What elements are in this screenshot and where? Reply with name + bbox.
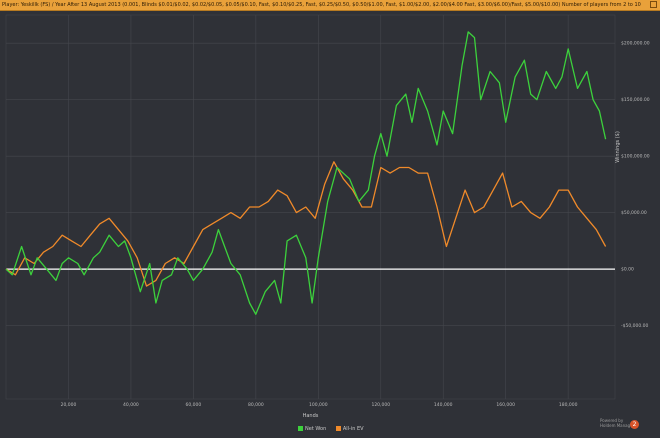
x-tick-label: 60,000 <box>186 402 202 408</box>
filter-description: Player: Yeskillk (FS) / Year After 13 Au… <box>2 2 642 8</box>
legend-item-net-won[interactable]: Net Won <box>298 426 326 432</box>
filter-header-bar: Player: Yeskillk (FS) / Year After 13 Au… <box>0 0 660 11</box>
y-tick-label: $100,000.00 <box>621 154 650 160</box>
holdem-manager-icon: 2 <box>630 420 639 429</box>
legend-swatch-net-won <box>298 426 303 431</box>
y-tick-label: $150,000.00 <box>621 97 650 103</box>
x-tick-label: 80,000 <box>248 402 264 408</box>
legend-item-all-in-ev[interactable]: All-in EV <box>335 426 364 432</box>
brand-logo: Powered by Holdem Manager 2 <box>600 418 639 429</box>
x-tick-label: 160,000 <box>496 402 515 408</box>
winnings-graph: 20,000 40,000 60,000 80,000 100,000 120,000 14… <box>5 14 650 419</box>
maximize-icon[interactable] <box>650 1 657 8</box>
y-tick-label: $50,000.00 <box>621 210 647 216</box>
y-tick-label: $200,000.00 <box>621 41 650 47</box>
x-tick-label: 120,000 <box>371 402 390 408</box>
legend-label-net-won: Net Won <box>305 426 327 432</box>
y-axis-label: Winnings ($) <box>615 131 621 163</box>
chart-legend: Net Won All-in EV <box>298 426 372 432</box>
legend-swatch-all-in-ev <box>335 426 341 431</box>
y-tick-label: -$50,000.00 <box>621 323 649 329</box>
x-tick-label: 100,000 <box>309 402 328 408</box>
x-tick-label: 40,000 <box>123 402 139 408</box>
y-tick-label: $0.00 <box>621 267 634 273</box>
plot-area <box>5 14 616 400</box>
legend-label-all-in-ev: All-in EV <box>342 426 364 432</box>
x-tick-label: 140,000 <box>434 402 453 408</box>
x-tick-label: 20,000 <box>61 402 77 408</box>
x-axis-label: Hands <box>303 413 319 419</box>
x-tick-label: 180,000 <box>559 402 578 408</box>
